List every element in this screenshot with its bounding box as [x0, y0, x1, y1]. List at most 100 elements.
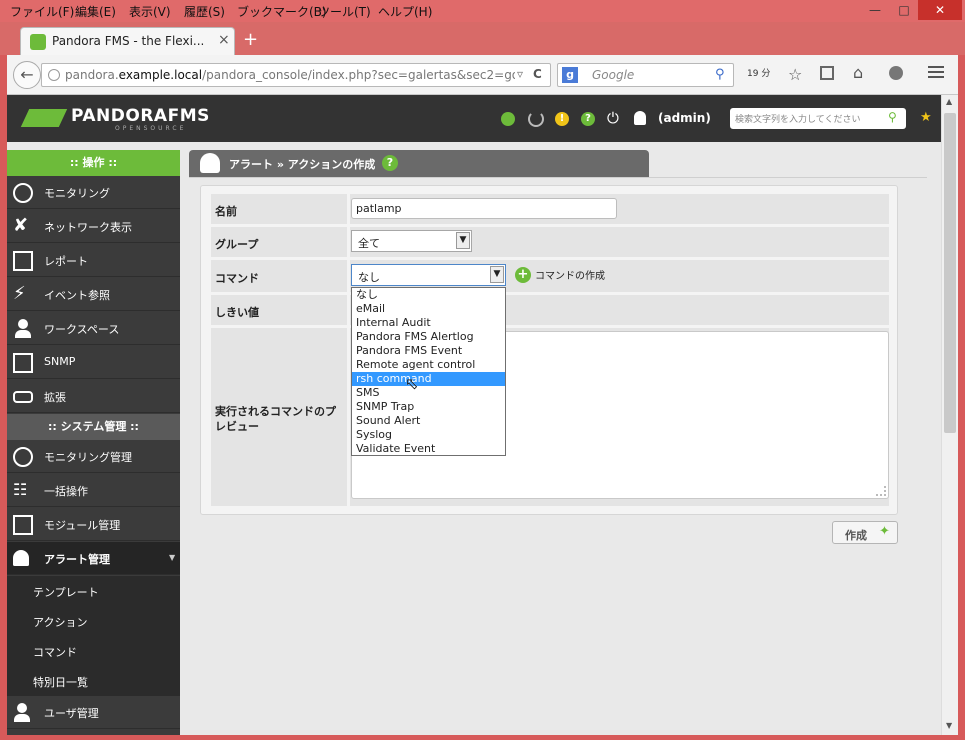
dropdown-option-highlighted[interactable]: rsh command [352, 372, 505, 386]
status-ok-icon[interactable] [501, 112, 515, 126]
expand-arrow-icon: ▼ [169, 553, 176, 562]
favicon-icon [30, 34, 46, 50]
sidebar-item-modules[interactable]: モジュール管理 [7, 508, 180, 541]
url-host: example.local [118, 68, 203, 82]
group-select[interactable]: 全て ▼ [351, 230, 472, 252]
command-dropdown-list[interactable]: なし eMail Internal Audit Pandora FMS Aler… [351, 287, 506, 456]
browser-search-box[interactable]: g Google ⚲ [557, 63, 734, 87]
sidebar-item-alerts[interactable]: アラート管理 ▼ [7, 542, 180, 575]
sidebar-item-label: 拡張 [44, 391, 66, 404]
minimize-button[interactable]: — [860, 0, 890, 20]
search-placeholder: Google [592, 68, 635, 82]
back-button[interactable]: ← [13, 61, 41, 89]
create-command-link[interactable]: コマンドの作成 [535, 267, 605, 282]
close-window-button[interactable]: ✕ [918, 0, 962, 20]
sidebar-item-label: 一括操作 [44, 485, 88, 498]
timer-badge[interactable]: 19 分 [747, 66, 770, 79]
help-icon[interactable]: ? [581, 112, 595, 126]
sidebar-item-reports[interactable]: レポート [7, 244, 180, 277]
add-command-icon[interactable]: + [515, 267, 531, 283]
new-tab-button[interactable]: + [243, 29, 258, 50]
dropdown-option[interactable]: Internal Audit [352, 316, 505, 330]
sidebar-subitem-label: コマンド [33, 646, 77, 659]
restore-button[interactable]: □ [890, 0, 918, 20]
alert-gear-icon [200, 153, 220, 173]
report-icon [13, 251, 33, 271]
search-icon[interactable]: ⚲ [715, 67, 725, 82]
addon-icon[interactable] [889, 66, 903, 80]
favorite-star-icon[interactable]: ★ [920, 110, 932, 125]
menu-help[interactable]: ヘルプ(H) [378, 3, 432, 20]
menu-bookmarks[interactable]: ブックマーク(B) [237, 3, 327, 20]
tab-close-icon[interactable]: × [218, 32, 230, 48]
reading-list-icon[interactable] [820, 66, 834, 80]
row-gap [347, 260, 350, 292]
sidebar-item-monitoring[interactable]: モニタリング [7, 176, 180, 209]
menu-file[interactable]: ファイル(F) [10, 3, 74, 20]
scroll-up-icon[interactable]: ▲ [946, 97, 952, 106]
create-button[interactable]: 作成 ✦ [832, 521, 898, 544]
dropdown-option[interactable]: Remote agent control [352, 358, 505, 372]
tab-title: Pandora FMS - the Flexi... [52, 34, 205, 48]
sidebar-item-monitoring-admin[interactable]: モニタリング管理 [7, 440, 180, 473]
resize-handle-icon[interactable] [876, 486, 886, 496]
row-gap [347, 295, 350, 325]
sidebar-subitem-label: 特別日一覧 [33, 676, 88, 689]
dropdown-option[interactable]: Pandora FMS Alertlog [352, 330, 505, 344]
logo-text: PANDORAFMS [71, 106, 210, 126]
name-field[interactable] [351, 198, 617, 219]
globe-icon [48, 69, 60, 81]
menu-view[interactable]: 表示(V) [129, 3, 171, 20]
sidebar-subitem-special-days[interactable]: 特別日一覧 [7, 666, 180, 696]
dropdown-option[interactable]: Pandora FMS Event [352, 344, 505, 358]
url-bar[interactable]: pandora.example.local/pandora_console/in… [41, 63, 551, 87]
dropdown-option[interactable]: Sound Alert [352, 414, 505, 428]
dropdown-option[interactable]: SNMP Trap [352, 400, 505, 414]
menu-edit[interactable]: 編集(E) [75, 3, 116, 20]
google-engine-icon[interactable]: g [562, 67, 578, 83]
user-name[interactable]: (admin) [658, 111, 711, 125]
url-dropdown-icon[interactable]: ▿ [517, 67, 523, 81]
sidebar-subitem-actions[interactable]: アクション [7, 606, 180, 636]
dropdown-option[interactable]: Syslog [352, 428, 505, 442]
sidebar-item-label: イベント参照 [44, 289, 110, 302]
page-scrollbar[interactable]: ▲ ▼ [941, 95, 958, 735]
preview-label: 実行されるコマンドのプレビュー [215, 405, 336, 433]
sidebar-item-network[interactable]: ✘ ネットワーク表示 [7, 210, 180, 243]
home-icon[interactable]: ⌂ [853, 63, 863, 82]
menu-tools[interactable]: ツール(T) [318, 3, 371, 20]
page-help-icon[interactable]: ? [382, 155, 398, 171]
chevron-down-icon: ▼ [490, 266, 504, 283]
header-search-icon[interactable]: ⚲ [888, 110, 897, 124]
header-search-input[interactable]: 検索文字列を入力してください ⚲ [730, 108, 906, 129]
sidebar-item-users[interactable]: ユーザ管理 [7, 696, 180, 729]
browser-tab[interactable]: Pandora FMS - the Flexi... × [20, 27, 235, 55]
dropdown-option[interactable]: Validate Event [352, 442, 505, 456]
logout-power-icon[interactable]: ⏻ [607, 109, 619, 127]
back-arrow-icon: ← [20, 65, 34, 84]
sidebar-item-bulk[interactable]: ☷ 一括操作 [7, 474, 180, 507]
sidebar-item-snmp[interactable]: SNMP [7, 346, 180, 379]
sidebar-subitem-templates[interactable]: テンプレート [7, 576, 180, 606]
refresh-icon[interactable] [528, 111, 544, 127]
sidebar-item-events[interactable]: ⚡ イベント参照 [7, 278, 180, 311]
warning-icon[interactable]: ! [555, 112, 569, 126]
scroll-thumb[interactable] [944, 113, 956, 433]
dropdown-option[interactable]: SMS [352, 386, 505, 400]
sidebar-item-label: モニタリング [44, 187, 110, 200]
user-icon[interactable] [634, 111, 646, 125]
dropdown-option[interactable]: eMail [352, 302, 505, 316]
monitoring-gear-icon [13, 447, 33, 467]
bookmark-star-icon[interactable]: ☆ [788, 65, 802, 84]
dropdown-option[interactable]: なし [352, 288, 505, 302]
sidebar-item-extensions[interactable]: 拡張 [7, 380, 180, 413]
command-select[interactable]: なし ▼ [351, 264, 506, 286]
reload-icon[interactable]: C [533, 67, 542, 81]
scroll-down-icon[interactable]: ▼ [946, 721, 952, 730]
menu-history[interactable]: 履歴(S) [184, 3, 225, 20]
sidebar-item-workspace[interactable]: ワークスペース [7, 312, 180, 345]
network-icon: ✘ [13, 215, 29, 236]
hamburger-menu-icon[interactable] [928, 66, 944, 68]
sidebar-subitem-commands[interactable]: コマンド [7, 636, 180, 666]
web-page: PANDORAFMS OPENSOURCE ! ? ⏻ (admin) 検索文字… [7, 95, 941, 735]
